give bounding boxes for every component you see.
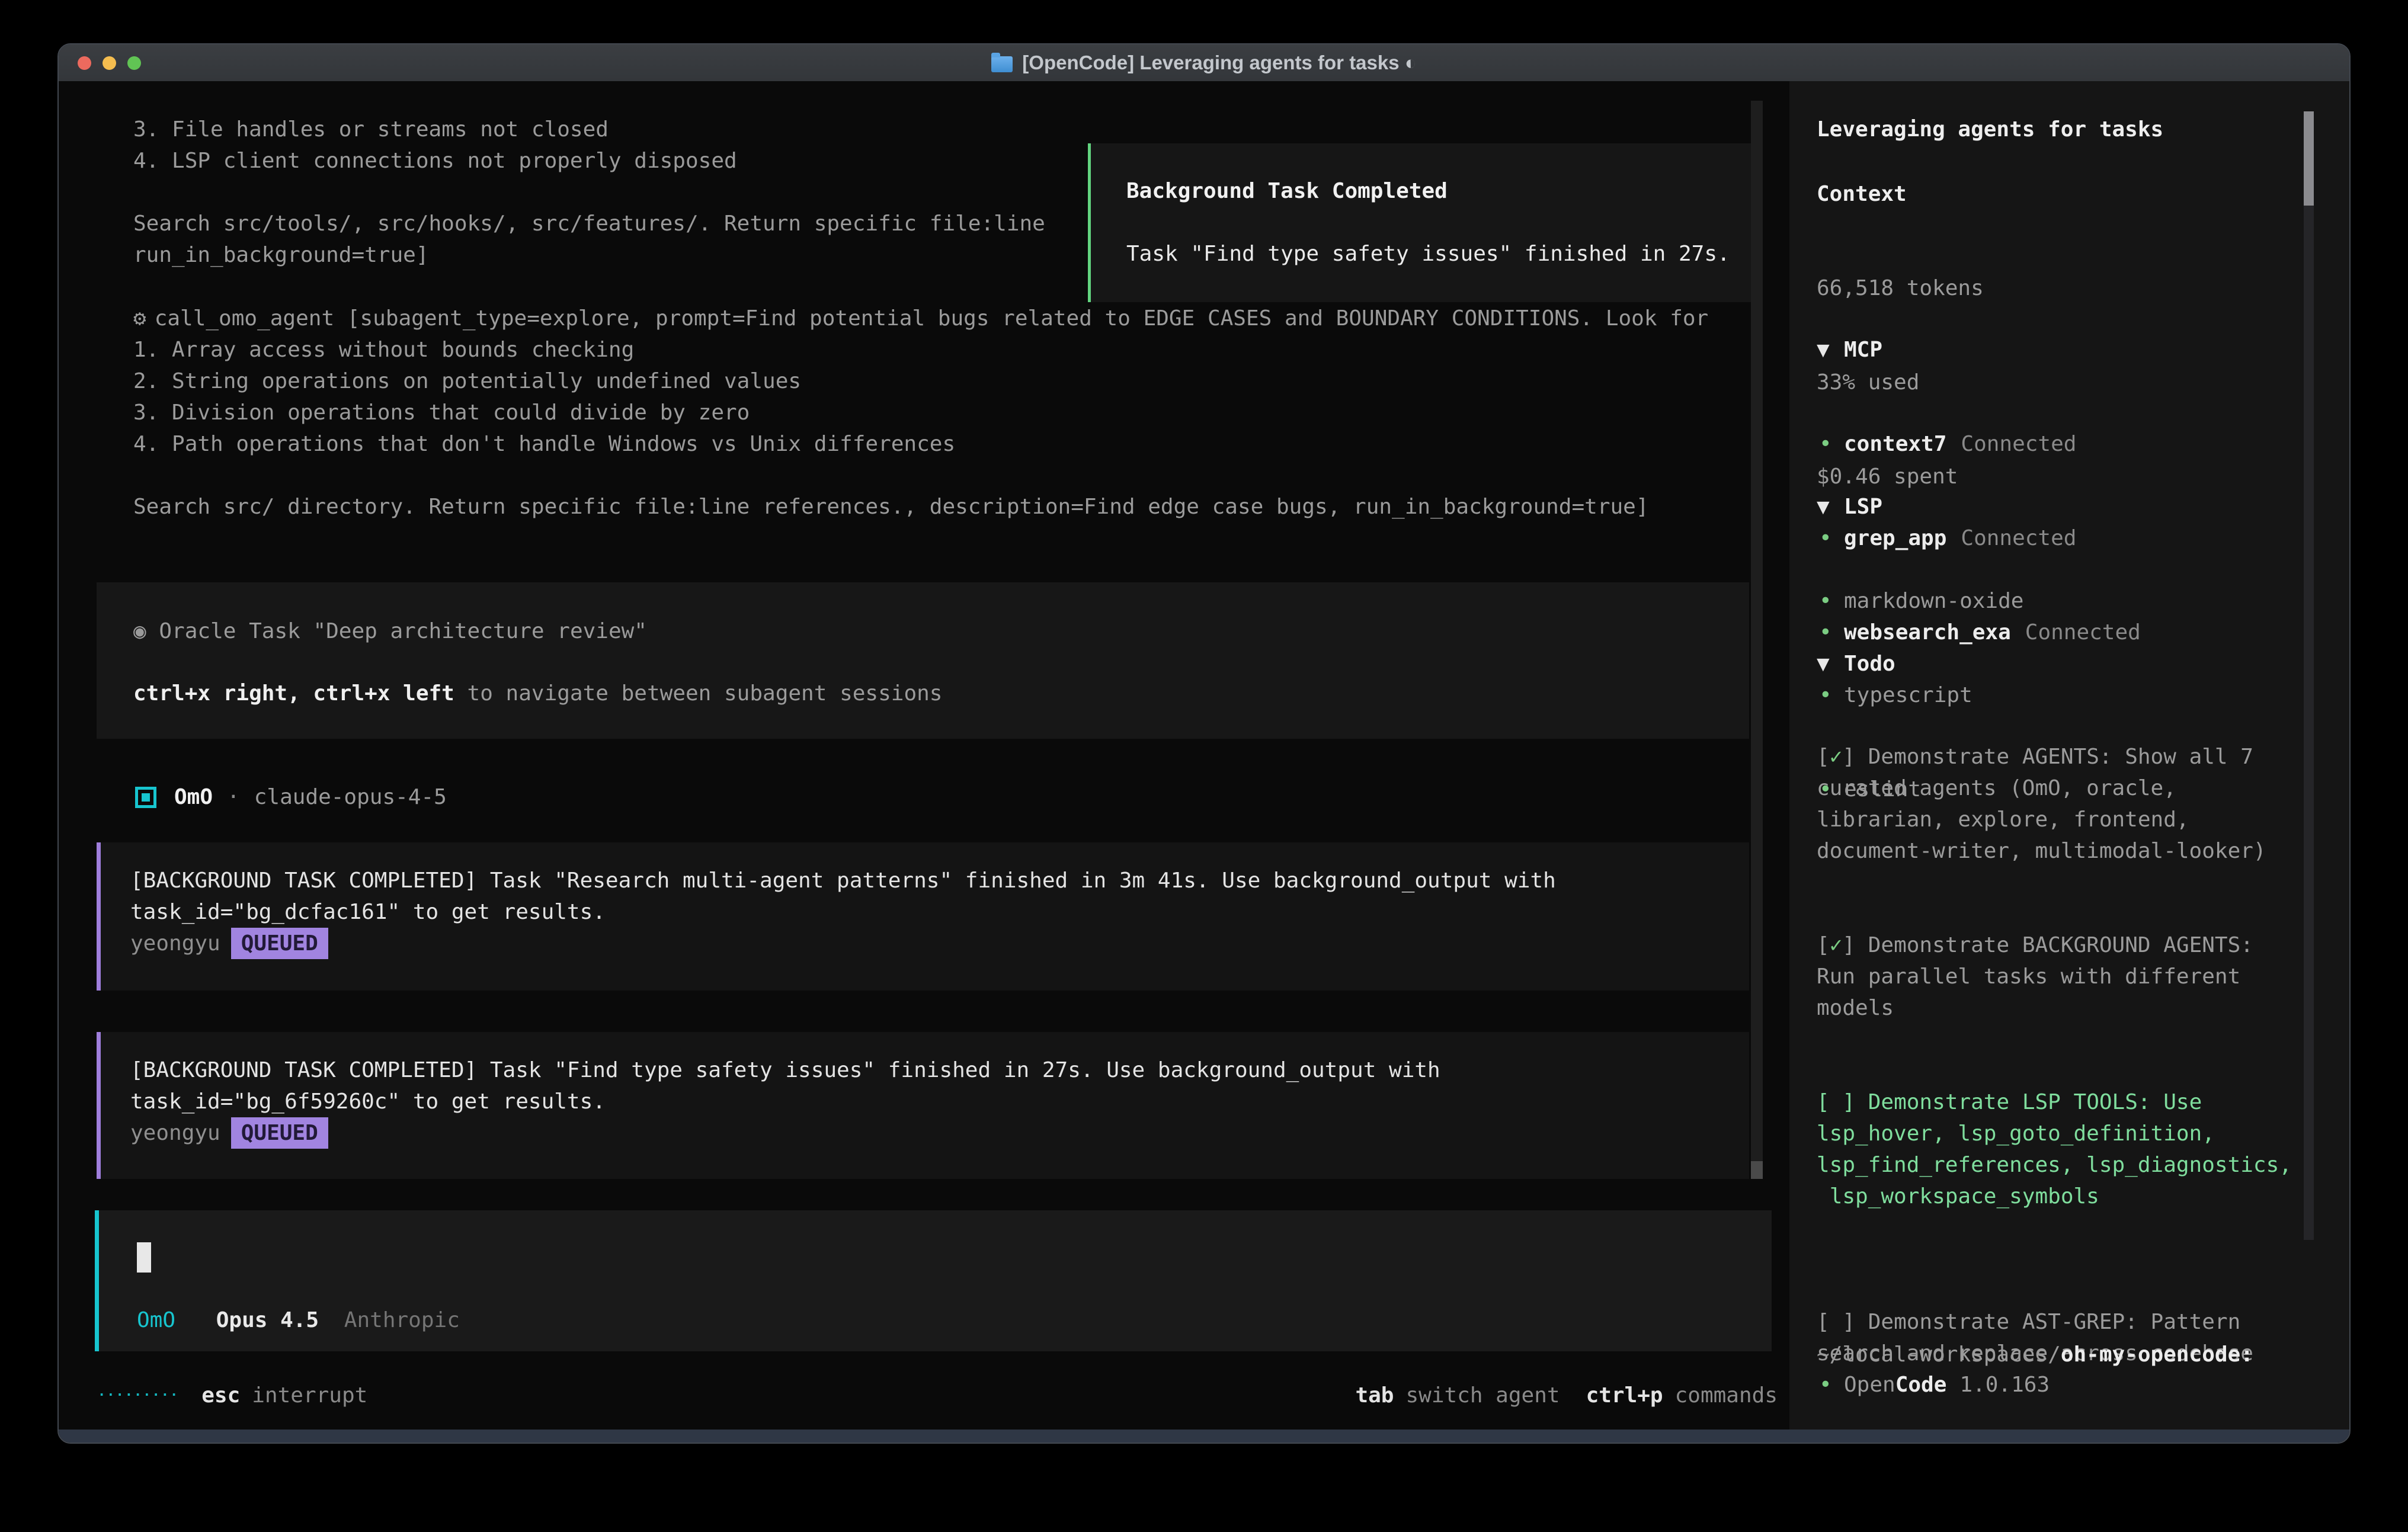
shortcut-keys: ctrl+x right, ctrl+x left <box>133 681 454 706</box>
todo-item: [✓] Demonstrate AGENTS: Show all 7 curat… <box>1817 741 2320 867</box>
ctrlp-label: commands <box>1675 1380 1778 1411</box>
prompt-input[interactable]: OmO Opus 4.5 Anthropic <box>95 1210 1772 1351</box>
terminal-scrollbar-thumb[interactable] <box>1751 1161 1763 1179</box>
sidebar-scrollbar[interactable] <box>2304 111 2314 1240</box>
task-message: [BACKGROUND TASK COMPLETED] Task "Resear… <box>130 865 1683 928</box>
tool-call-body: 1. Array access without bounds checking … <box>133 334 1733 523</box>
todo-item-active: [ ] Demonstrate LSP TOOLS: Use lsp_hover… <box>1817 1086 2320 1212</box>
tab-key: tab <box>1355 1380 1394 1411</box>
task-meta: yeongyu QUEUED <box>130 928 1749 959</box>
close-button[interactable] <box>78 56 91 70</box>
lsp-item: •markdown-oxide <box>1817 585 2023 617</box>
statusbar-right: tab switch agent ctrl+p commands <box>1355 1380 1778 1411</box>
context-header: Context <box>1817 178 1907 210</box>
esc-label: interrupt <box>252 1380 367 1411</box>
window-bottom-edge <box>59 1430 2349 1443</box>
input-provider: Anthropic <box>344 1308 460 1332</box>
sidebar-scrollbar-thumb[interactable] <box>2304 111 2314 206</box>
task-event-block: [BACKGROUND TASK COMPLETED] Task "Find t… <box>97 1032 1749 1179</box>
tab-label: switch agent <box>1405 1380 1560 1411</box>
statusbar-left: ········· esc interrupt <box>98 1380 367 1411</box>
window-title-text: [OpenCode] Leveraging agents for tasks ◐ <box>1022 52 1416 74</box>
ctrlp-key: ctrl+p <box>1586 1380 1663 1411</box>
window-title: [OpenCode] Leveraging agents for tasks ◐ <box>991 52 1416 74</box>
background-task-notification: Background Task Completed Task "Find typ… <box>1088 143 1758 302</box>
task-event-block: [BACKGROUND TASK COMPLETED] Task "Resear… <box>97 842 1749 991</box>
session-title: Leveraging agents for tasks <box>1817 114 2163 145</box>
gear-icon: ⚙ <box>133 306 146 331</box>
agent-header: OmO · claude-opus-4-5 <box>135 781 447 813</box>
shortcut-hint: to navigate between subagent sessions <box>454 681 943 706</box>
bullet-icon: • <box>1817 428 1844 460</box>
input-model: Opus 4.5 <box>216 1308 319 1332</box>
agent-checkbox-icon <box>135 787 156 808</box>
bullet-icon: • <box>1817 1369 1844 1400</box>
folder-icon <box>991 56 1013 72</box>
task-user: yeongyu <box>130 1117 220 1149</box>
tool-call-name: call_omo_agent [subagent_type=explore, p… <box>155 306 1709 331</box>
input-agent: OmO <box>137 1308 175 1332</box>
desktop: [OpenCode] Leveraging agents for tasks ◐… <box>0 0 2408 1532</box>
spinner-dots-icon: ········· <box>98 1380 179 1411</box>
record-icon: ◉ <box>133 619 146 643</box>
tool-call-headline: ⚙ call_omo_agent [subagent_type=explore, … <box>133 303 1786 334</box>
opencode-window: [OpenCode] Leveraging agents for tasks ◐… <box>57 43 2351 1444</box>
input-meta: OmO Opus 4.5 Anthropic <box>137 1305 460 1336</box>
mcp-item: •context7Connected <box>1817 428 2141 460</box>
status-badge: QUEUED <box>231 1117 328 1149</box>
app-version: •OpenCode1.0.163 <box>1817 1369 2050 1400</box>
text-cursor <box>137 1242 151 1273</box>
context-tokens: 66,518 tokens <box>1817 273 1984 304</box>
todo-item: [✓] Demonstrate BACKGROUND AGENTS: Run p… <box>1817 930 2320 1024</box>
oracle-task-hint: ctrl+x right, ctrl+x left to navigate be… <box>133 678 942 709</box>
todo-section-header[interactable]: ▼ Todo <box>1817 648 1895 680</box>
check-icon <box>1830 1090 1843 1114</box>
notification-title: Background Task Completed <box>1126 175 1448 207</box>
window-controls <box>78 44 141 81</box>
task-user: yeongyu <box>130 928 220 959</box>
check-icon: ✓ <box>1830 933 1843 957</box>
chevron-down-icon[interactable]: ▼ <box>1817 648 1844 680</box>
workspace-info: ~/local-workspaces/oh-my-opencode: maste… <box>1817 1276 2320 1444</box>
task-meta: yeongyu QUEUED <box>130 1117 1749 1149</box>
lsp-section-header[interactable]: ▼ LSP <box>1817 491 1882 523</box>
workspace-path: ~/local-workspaces/oh-my-opencode: <box>1817 1339 2320 1370</box>
oracle-task-title: ◉ Oracle Task "Deep architecture review" <box>133 616 647 647</box>
titlebar[interactable]: [OpenCode] Leveraging agents for tasks ◐ <box>59 44 2349 82</box>
chevron-down-icon[interactable]: ▼ <box>1817 491 1844 523</box>
status-badge: QUEUED <box>231 928 328 959</box>
agent-separator: · <box>227 781 240 813</box>
check-icon: ✓ <box>1830 745 1843 769</box>
bullet-icon: • <box>1817 585 1844 617</box>
agent-name: OmO <box>174 781 213 813</box>
oracle-task-box: ◉ Oracle Task "Deep architecture review"… <box>97 582 1749 739</box>
agent-model: claude-opus-4-5 <box>254 781 447 813</box>
task-message: [BACKGROUND TASK COMPLETED] Task "Find t… <box>130 1055 1683 1117</box>
mcp-section-header[interactable]: ▼ MCP <box>1817 334 1882 366</box>
esc-key: esc <box>201 1380 240 1411</box>
notification-body: Task "Find type safety issues" finished … <box>1126 238 1730 270</box>
terminal-scrollbar[interactable] <box>1751 101 1763 1179</box>
chevron-down-icon[interactable]: ▼ <box>1817 334 1844 366</box>
minimize-button[interactable] <box>103 56 116 70</box>
zoom-button[interactable] <box>127 56 141 70</box>
